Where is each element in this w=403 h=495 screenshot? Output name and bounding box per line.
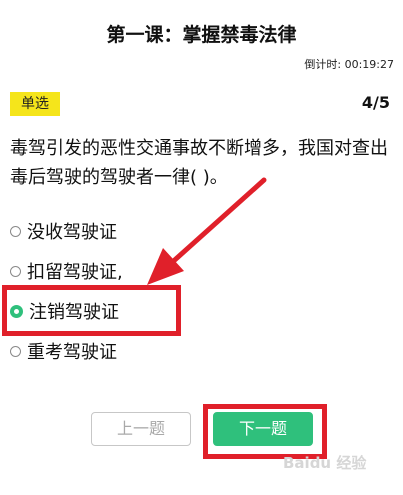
watermark: Baidu 经验 bbox=[283, 454, 367, 472]
next-button-highlight-box bbox=[203, 404, 327, 459]
annotation-arrow-icon bbox=[147, 177, 267, 285]
previous-question-button[interactable]: 上一题 bbox=[91, 412, 191, 446]
